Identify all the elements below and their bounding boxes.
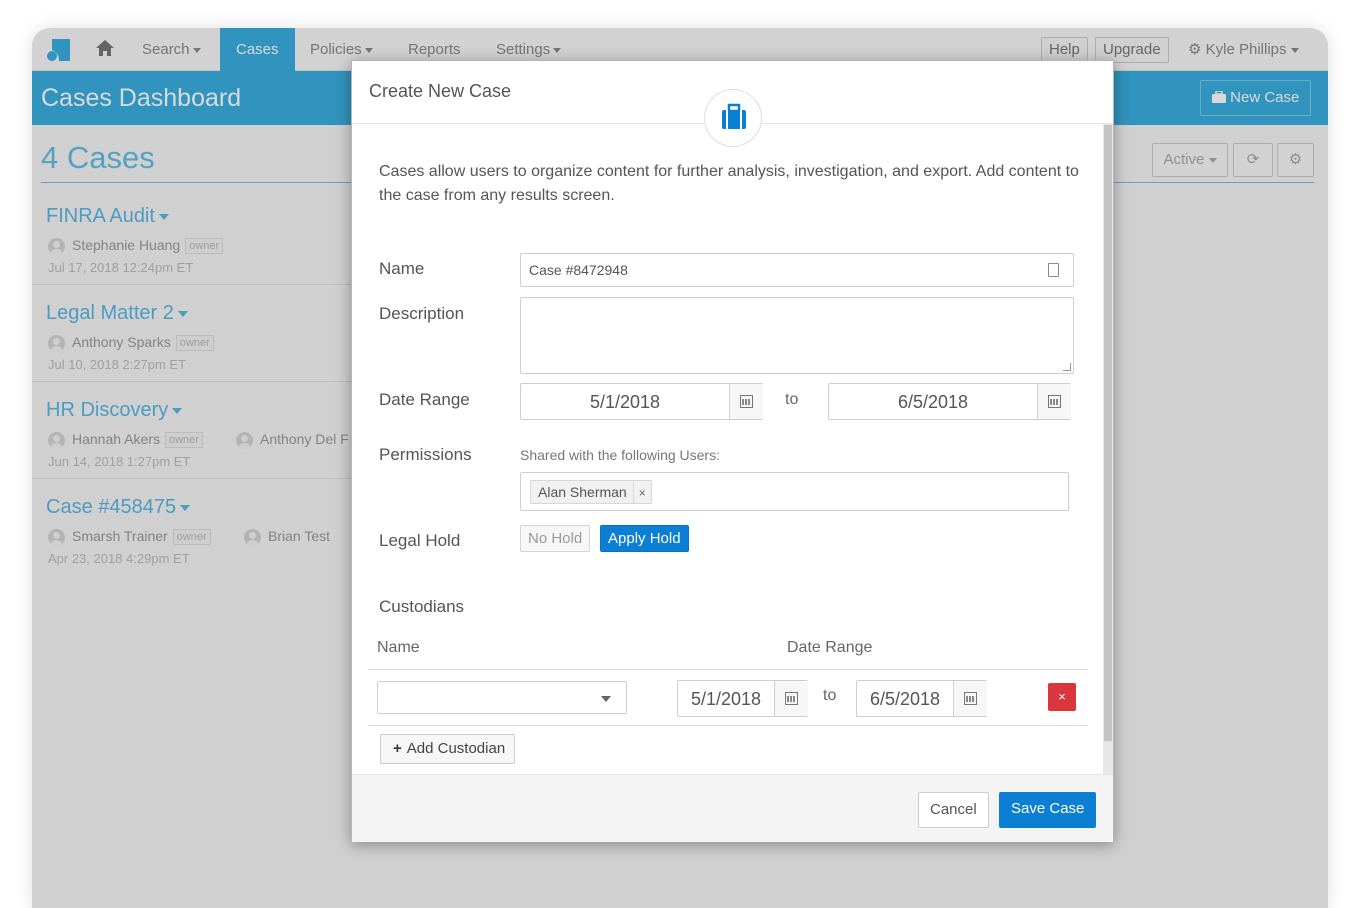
- modal-footer: Cancel Save Case: [352, 774, 1113, 842]
- user-tag: Alan Sherman ×: [530, 480, 652, 504]
- date-from-input[interactable]: 5/1/2018: [520, 383, 763, 420]
- to-label: to: [785, 391, 799, 408]
- no-hold-button[interactable]: No Hold: [520, 525, 591, 552]
- legal-hold-label: Legal Hold: [379, 531, 461, 550]
- custodians-label: Custodians: [379, 597, 465, 616]
- calendar-button[interactable]: [774, 681, 808, 716]
- add-custodian-button[interactable]: + Add Custodian: [380, 734, 516, 764]
- table-divider: [368, 669, 1088, 670]
- date-range-label: Date Range: [379, 390, 470, 409]
- remove-tag-button[interactable]: ×: [632, 482, 651, 504]
- contact-card-icon: [1048, 263, 1059, 277]
- cancel-button[interactable]: Cancel: [918, 792, 989, 828]
- column-header-name: Name: [377, 639, 420, 656]
- calendar-button[interactable]: [1037, 384, 1071, 419]
- intro-text: Cases allow users to organize content fo…: [379, 163, 1079, 204]
- to-label: to: [823, 687, 837, 704]
- shared-users-input[interactable]: Alan Sherman ×: [520, 472, 1069, 511]
- permissions-label: Permissions: [379, 445, 472, 464]
- custodian-date-to-input[interactable]: 6/5/2018: [856, 680, 987, 717]
- calendar-icon: [785, 692, 798, 705]
- calendar-button[interactable]: [953, 681, 987, 716]
- date-to-input[interactable]: 6/5/2018: [828, 383, 1071, 420]
- shared-users-label: Shared with the following Users:: [520, 447, 720, 463]
- apply-hold-button[interactable]: Apply Hold: [600, 525, 689, 552]
- description-label: Description: [379, 304, 465, 323]
- table-divider: [368, 725, 1088, 726]
- case-name-input[interactable]: Case #8472948: [520, 253, 1074, 287]
- calendar-icon: [740, 395, 753, 408]
- custodian-select[interactable]: [377, 681, 627, 714]
- remove-custodian-button[interactable]: ×: [1048, 683, 1076, 711]
- calendar-button[interactable]: [729, 384, 763, 419]
- description-textarea[interactable]: [520, 297, 1074, 374]
- name-label: Name: [379, 259, 425, 278]
- save-case-button[interactable]: Save Case: [999, 792, 1097, 828]
- calendar-icon: [1048, 395, 1061, 408]
- modal-title: Create New Case: [369, 81, 512, 101]
- chevron-down-icon: [601, 696, 611, 702]
- resize-handle-icon[interactable]: [1063, 363, 1071, 371]
- briefcase-icon: [704, 89, 762, 147]
- column-header-date-range: Date Range: [787, 639, 873, 656]
- calendar-icon: [964, 692, 977, 705]
- scrollbar-thumb[interactable]: [1104, 125, 1112, 741]
- custodian-date-from-input[interactable]: 5/1/2018: [677, 680, 808, 717]
- plus-icon: +: [393, 740, 402, 757]
- create-case-modal: Create New Case Cases allow users to org…: [351, 60, 1114, 842]
